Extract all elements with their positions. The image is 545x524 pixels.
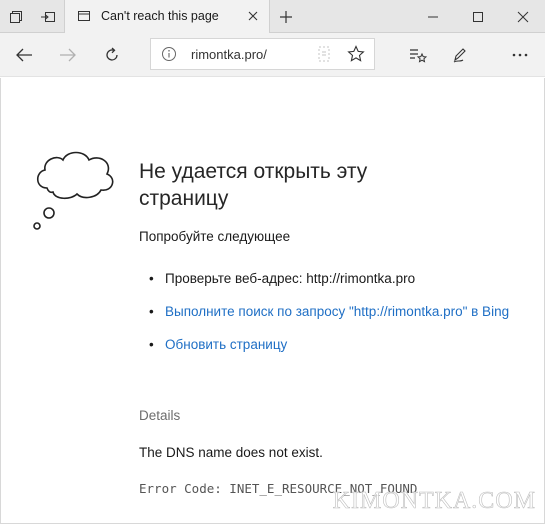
forward-arrow-icon	[60, 48, 76, 62]
suggestion-list: Проверьте веб-адрес: http://rimontka.pro…	[149, 268, 529, 367]
window-close-icon	[517, 11, 528, 22]
hub-button[interactable]	[398, 33, 438, 77]
address-url: rimontka.pro/	[191, 47, 267, 62]
tab-title: Can't reach this page	[101, 9, 219, 23]
error-heading: Не удается открыть эту страницу	[139, 160, 368, 210]
window-close-button[interactable]	[500, 0, 545, 33]
try-label: Попробуйте следующее	[139, 229, 291, 244]
back-arrow-icon	[16, 48, 32, 62]
active-tab[interactable]: Can't reach this page	[64, 0, 270, 34]
search-bing-link[interactable]: Выполните поиск по запросу "http://rimon…	[165, 304, 509, 319]
refresh-icon	[106, 47, 118, 61]
address-bar[interactable]: rimontka.pro/	[150, 38, 375, 70]
web-note-button[interactable]	[440, 33, 480, 77]
page-content: Не удается открыть эту страницу Попробуй…	[0, 78, 545, 524]
pen-icon	[453, 48, 466, 63]
plus-icon	[280, 10, 292, 23]
thought-cloud-icon	[33, 151, 114, 230]
set-aside-tabs-button[interactable]	[32, 0, 64, 33]
maximize-icon	[472, 11, 483, 22]
set-aside-tabs-icon	[41, 11, 55, 22]
new-tab-button[interactable]	[272, 0, 300, 33]
more-icon	[512, 53, 528, 57]
maximize-button[interactable]	[455, 0, 500, 33]
tab-manager-button[interactable]	[0, 0, 32, 33]
refresh-page-link[interactable]: Обновить страницу	[165, 337, 287, 352]
info-icon[interactable]	[161, 46, 177, 62]
navigation-bar: rimontka.pro/	[0, 33, 545, 77]
suggestion-search-bing[interactable]: Выполните поиск по запросу "http://rimon…	[149, 301, 529, 323]
dns-message: The DNS name does not exist.	[139, 445, 323, 460]
hub-icon	[410, 49, 427, 63]
forward-button[interactable]	[48, 33, 88, 77]
reading-view-icon[interactable]	[316, 45, 332, 63]
tab-manager-icon	[10, 10, 22, 23]
title-bar: Can't reach this page	[0, 0, 545, 34]
minimize-icon	[427, 16, 438, 17]
close-icon[interactable]	[245, 8, 261, 24]
refresh-button[interactable]	[92, 33, 132, 77]
more-button[interactable]	[500, 33, 540, 77]
page-icon	[78, 11, 90, 21]
suggestion-check-address: Проверьте веб-адрес: http://rimontka.pro	[149, 268, 529, 290]
suggestion-text: Проверьте веб-адрес: http://rimontka.pro	[165, 271, 416, 286]
details-toggle[interactable]: Details	[139, 408, 180, 423]
star-icon[interactable]	[347, 45, 365, 63]
back-button[interactable]	[4, 33, 44, 77]
suggestion-refresh[interactable]: Обновить страницу	[149, 334, 529, 356]
minimize-button[interactable]	[410, 0, 455, 33]
watermark: KIMONTKA.COM	[332, 488, 536, 515]
